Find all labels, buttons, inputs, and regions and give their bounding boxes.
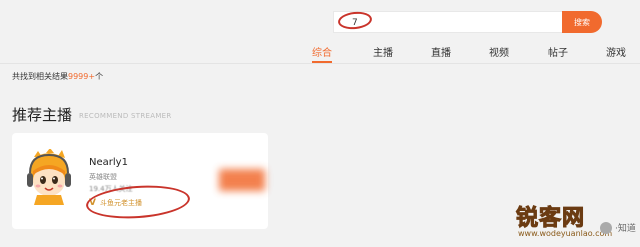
search-box[interactable] [333, 11, 563, 33]
tabs-divider [0, 63, 640, 64]
top-bar: 搜索 [0, 0, 640, 38]
section-title: 推荐主播 [12, 106, 73, 124]
streamer-name[interactable]: Nearly1 [89, 157, 128, 168]
v-badge-icon: V [89, 198, 96, 208]
tab-live[interactable]: 直播 [431, 44, 451, 59]
watermark-site: www.wodeyuanlao.com [518, 229, 613, 238]
streamer-category: 英雄联盟 [89, 173, 117, 181]
search-button[interactable]: 搜索 [562, 11, 602, 33]
zhihu-logo-icon [600, 221, 612, 234]
tab-overview[interactable]: 综合 [312, 44, 332, 59]
tab-videos[interactable]: 视频 [489, 44, 509, 59]
avatar[interactable] [24, 148, 74, 205]
watermark-brand: 锐客网 [515, 206, 586, 232]
streamer-followers: 19.4万人关注 [89, 185, 133, 193]
result-count-number: 9999+ [68, 72, 96, 81]
veteran-badge-label: 斗鱼元老主播 [99, 199, 142, 207]
tab-posts[interactable]: 帖子 [548, 44, 568, 59]
streamer-card[interactable]: Nearly1 英雄联盟 19.4万人关注 V 斗鱼元老主播 [12, 133, 268, 229]
section-subtitle: RECOMMEND STREAMER [79, 112, 172, 120]
follow-button[interactable] [219, 169, 265, 191]
watermark-right: ·知道 [600, 221, 636, 234]
watermark-sub: ·知道 [615, 224, 636, 234]
watermark: 锐客网 www.wodeyuanlao.com ·知道 [515, 200, 636, 244]
result-count: 共找到相关结果9999+个 [12, 71, 103, 82]
result-count-suffix: 个 [95, 72, 104, 81]
tab-streamers[interactable]: 主播 [373, 44, 393, 59]
search-input[interactable] [352, 15, 552, 30]
result-count-prefix: 共找到相关结果 [12, 72, 68, 81]
tab-games[interactable]: 游戏 [606, 44, 626, 59]
veteran-badge: V 斗鱼元老主播 [89, 198, 142, 208]
